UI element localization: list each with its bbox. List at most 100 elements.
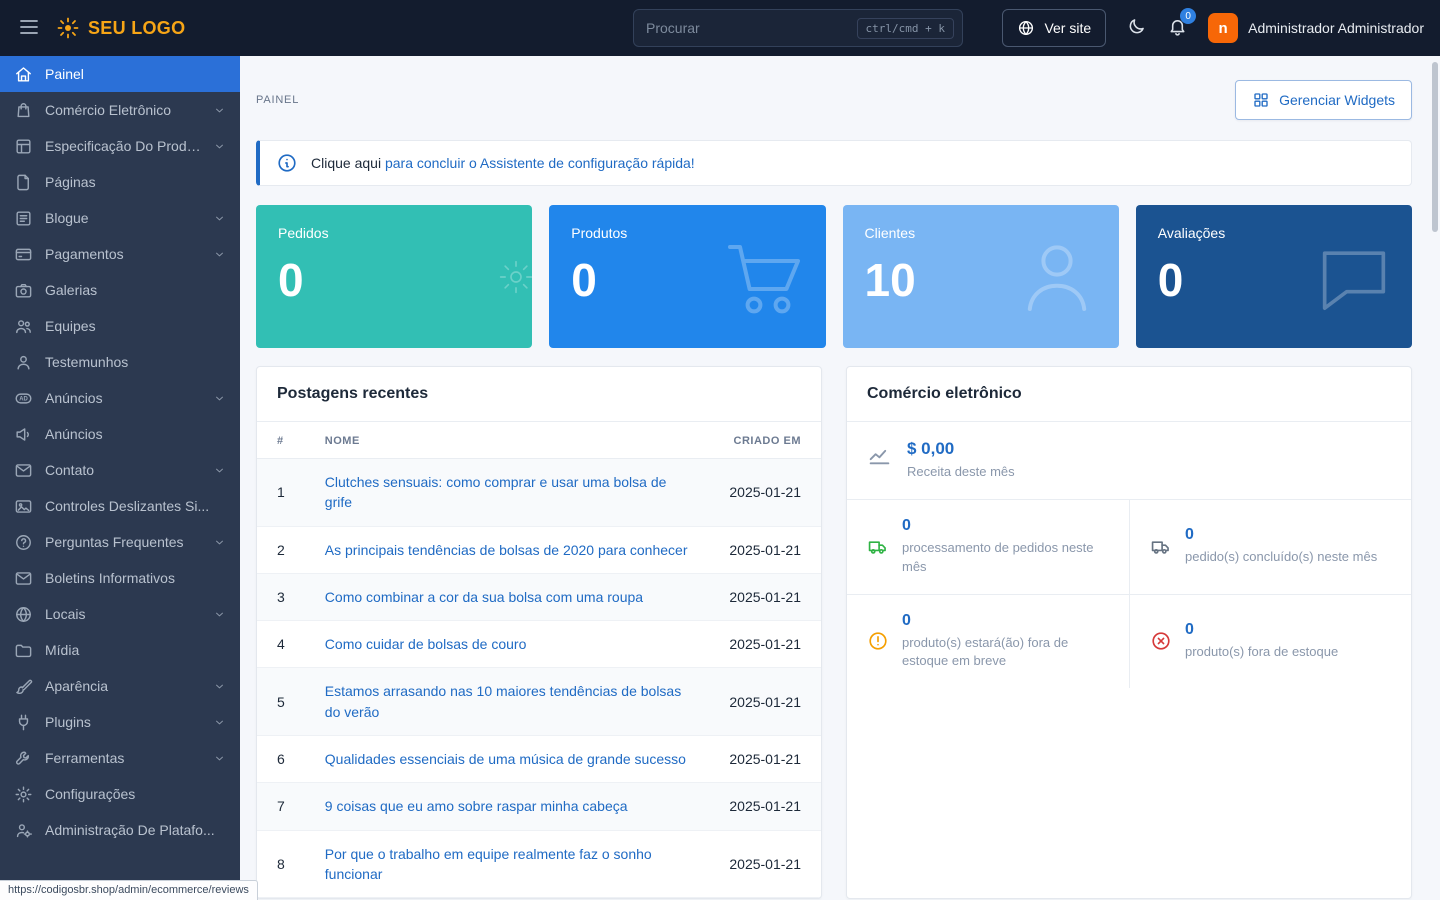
user-watermark-icon — [1009, 229, 1105, 325]
sidebar-item-perguntas-frequentes[interactable]: Perguntas Frequentes — [0, 524, 240, 560]
post-title-link[interactable]: Estamos arrasando nas 10 maiores tendênc… — [325, 683, 681, 719]
usercog-icon — [14, 821, 33, 840]
menu-button[interactable] — [16, 15, 42, 41]
ecommerce-title: Comércio eletrônico — [867, 385, 1391, 403]
tool-icon — [14, 749, 33, 768]
sidebar-item-label: Contato — [45, 462, 201, 478]
notifications-button[interactable]: 0 — [1167, 16, 1188, 40]
metric-text: 0processamento de pedidos neste mês — [902, 517, 1109, 577]
chevron-down-icon — [213, 680, 226, 693]
dark-mode-toggle[interactable] — [1126, 16, 1147, 40]
post-title-link[interactable]: 9 coisas que eu amo sobre raspar minha c… — [325, 798, 628, 814]
post-title-link[interactable]: Como combinar a cor da sua bolsa com uma… — [325, 589, 643, 605]
search-box[interactable]: ctrl/cmd + k — [633, 9, 963, 47]
column-header-num: # — [257, 422, 305, 459]
sidebar-item-configuracoes[interactable]: Configurações — [0, 776, 240, 812]
alert-wizard-link[interactable]: para concluir o Assistente de configuraç… — [385, 155, 695, 171]
search-shortcut: ctrl/cmd + k — [857, 18, 954, 39]
sidebar-item-label: Locais — [45, 606, 201, 622]
topbar-actions: Ver site 0 n Administrador Administrador — [1002, 9, 1424, 47]
truck-icon — [867, 536, 889, 558]
post-date: 2025-01-21 — [709, 459, 821, 527]
metric-value: 0 — [1185, 621, 1338, 639]
sidebar-item-testemunhos[interactable]: Testemunhos — [0, 344, 240, 380]
metric-value: 0 — [902, 517, 1109, 535]
sidebar-item-boletins-informativos[interactable]: Boletins Informativos — [0, 560, 240, 596]
x-circle-icon — [1150, 630, 1172, 652]
help-icon — [14, 533, 33, 552]
logo[interactable]: SEU LOGO — [56, 16, 185, 40]
user-menu[interactable]: n Administrador Administrador — [1208, 13, 1424, 43]
ecommerce-panel: Comércio eletrônico $ 0,00 Receita deste… — [846, 366, 1412, 899]
post-title-cell: Como combinar a cor da sua bolsa com uma… — [305, 573, 710, 620]
stat-card-value: 0 — [278, 257, 510, 303]
column-header-nome: Nome — [305, 422, 710, 459]
sidebar-item-comercio-eletronico[interactable]: Comércio Eletrônico — [0, 92, 240, 128]
metric-out-of-stock: 0produto(s) fora de estoque — [1129, 594, 1411, 689]
revenue-value: $ 0,00 — [907, 439, 1015, 459]
layout-icon — [14, 137, 33, 156]
stat-card-clientes[interactable]: Clientes10 — [843, 205, 1119, 348]
globe-icon — [1017, 19, 1035, 37]
msg-watermark-icon — [1310, 233, 1398, 321]
post-row: 1Clutches sensuais: como comprar e usar … — [257, 459, 821, 527]
sidebar-item-anuncios[interactable]: Anúncios — [0, 416, 240, 452]
sidebar-nav: PainelComércio Eletrônico Especificação D… — [0, 56, 240, 848]
view-site-label: Ver site — [1044, 20, 1091, 36]
manage-widgets-button[interactable]: Gerenciar Widgets — [1235, 80, 1412, 120]
sidebar-item-contato[interactable]: Contato — [0, 452, 240, 488]
sidebar-item-label: Configurações — [45, 786, 226, 802]
post-date: 2025-01-21 — [709, 526, 821, 573]
sidebar-item-aparencia[interactable]: Aparência — [0, 668, 240, 704]
sidebar-item-label: Ferramentas — [45, 750, 201, 766]
sidebar-item-label: Equipes — [45, 318, 226, 334]
post-title-cell: Por que o trabalho em equipe realmente f… — [305, 830, 710, 898]
chevron-down-icon — [213, 212, 226, 225]
card-icon — [14, 245, 33, 264]
status-url-tooltip: https://codigosbr.shop/admin/ecommerce/r… — [0, 880, 258, 900]
sidebar-item-label: Galerias — [45, 282, 226, 298]
sidebar-item-especificacao-do-produto[interactable]: Especificação Do Produto — [0, 128, 240, 164]
sidebar-item-label: Aparência — [45, 678, 201, 694]
sidebar-item-paginas[interactable]: Páginas — [0, 164, 240, 200]
alert-click-here-link[interactable]: Clique aqui — [311, 155, 381, 171]
search-input[interactable] — [646, 20, 857, 36]
post-title-cell: Como cuidar de bolsas de couro — [305, 621, 710, 668]
post-number: 8 — [257, 830, 305, 898]
chart-icon — [867, 442, 892, 467]
column-header-criado-em: Criado em — [709, 422, 821, 459]
sidebar-item-galerias[interactable]: Galerias — [0, 272, 240, 308]
page-scrollbar[interactable] — [1432, 62, 1438, 232]
sidebar-item-label: Administração De Platafo... — [45, 822, 226, 838]
post-title-link[interactable]: Por que o trabalho em equipe realmente f… — [325, 846, 652, 882]
sidebar-item-plugins[interactable]: Plugins — [0, 704, 240, 740]
sidebar-item-pagamentos[interactable]: Pagamentos — [0, 236, 240, 272]
recent-posts-panel: Postagens recentes #NomeCriado em 1Clutc… — [256, 366, 822, 899]
metric-text: 0produto(s) fora de estoque — [1185, 621, 1338, 662]
sidebar-item-administracao-de-plataforma[interactable]: Administração De Platafo... — [0, 812, 240, 848]
sidebar-item-anuncios-ad[interactable]: ADAnúncios — [0, 380, 240, 416]
stat-card-pedidos[interactable]: Pedidos0 — [256, 205, 532, 348]
post-date: 2025-01-21 — [709, 830, 821, 898]
sidebar-item-blogue[interactable]: Blogue — [0, 200, 240, 236]
sidebar-item-controles-deslizantes[interactable]: Controles Deslizantes Si... — [0, 488, 240, 524]
post-title-link[interactable]: Qualidades essenciais de uma música de g… — [325, 751, 686, 767]
revenue-summary: $ 0,00 Receita deste mês — [847, 422, 1411, 500]
post-title-link[interactable]: As principais tendências de bolsas de 20… — [325, 542, 688, 558]
sidebar-item-label: Especificação Do Produto — [45, 138, 201, 154]
sidebar-item-ferramentas[interactable]: Ferramentas — [0, 740, 240, 776]
stat-card-produtos[interactable]: Produtos0 — [549, 205, 825, 348]
chevron-down-icon — [213, 104, 226, 117]
stat-card-avaliacoes[interactable]: Avaliações0 — [1136, 205, 1412, 348]
view-site-button[interactable]: Ver site — [1002, 9, 1106, 47]
sidebar-item-locais[interactable]: Locais — [0, 596, 240, 632]
post-title-link[interactable]: Como cuidar de bolsas de couro — [325, 636, 527, 652]
post-title-link[interactable]: Clutches sensuais: como comprar e usar u… — [325, 474, 667, 510]
sidebar-item-painel[interactable]: Painel — [0, 56, 240, 92]
notification-badge: 0 — [1180, 8, 1196, 24]
sidebar-item-midia[interactable]: Mídia — [0, 632, 240, 668]
sidebar-item-label: Páginas — [45, 174, 226, 190]
dashboard-panels: Postagens recentes #NomeCriado em 1Clutc… — [256, 366, 1412, 899]
sidebar-item-equipes[interactable]: Equipes — [0, 308, 240, 344]
post-row: 4Como cuidar de bolsas de couro2025-01-2… — [257, 621, 821, 668]
